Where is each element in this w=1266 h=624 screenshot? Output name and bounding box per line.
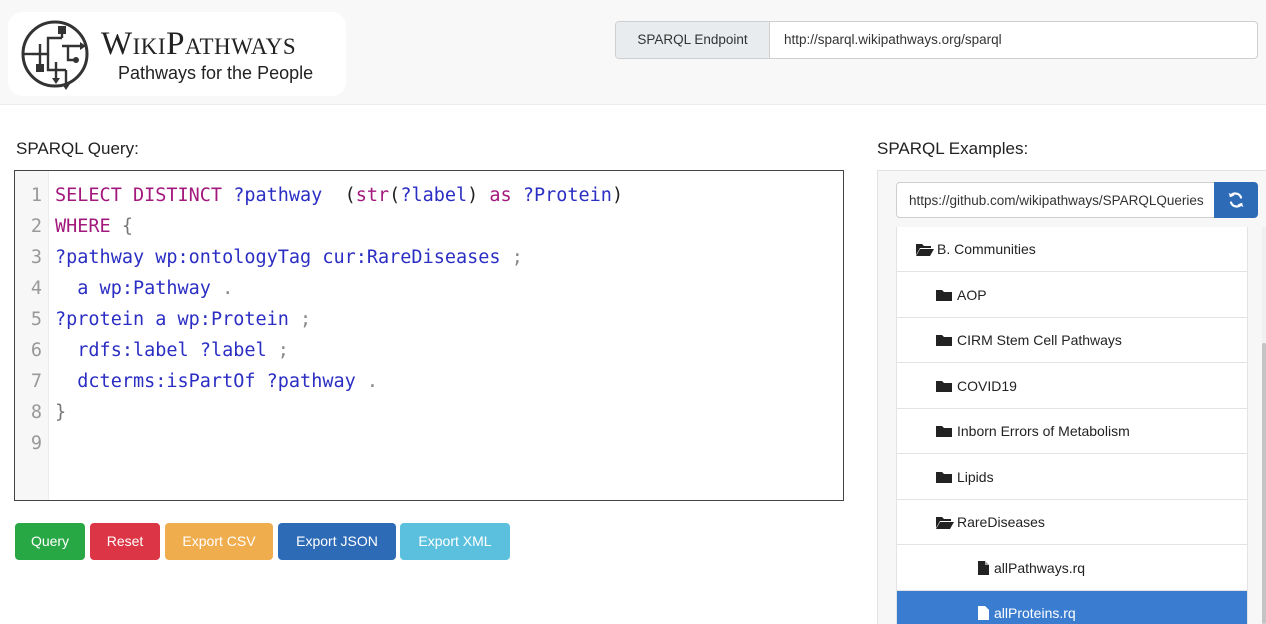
tree-item-label: Lipids — [957, 468, 994, 485]
sparql-examples-heading: SPARQL Examples: — [877, 139, 1029, 158]
code-token: ) — [611, 185, 624, 206]
line-number: 6 — [30, 340, 42, 361]
tree-item-cirm-stem-cell-pathways[interactable]: CIRM Stem Cell Pathways — [897, 318, 1247, 363]
code-line: rdfs:label ?label ; — [55, 335, 289, 366]
tree-item-lipids[interactable]: Lipids — [897, 455, 1247, 500]
line-number: 3 — [30, 247, 42, 268]
code-token: . — [366, 371, 379, 392]
code-line: SELECT DISTINCT ?pathway (str(?label) as… — [55, 180, 623, 211]
code-token: ?Protein — [522, 185, 612, 206]
tree-item-rarediseases[interactable]: RareDiseases — [897, 500, 1247, 545]
sparql-endpoint-group: SPARQL Endpoint http://sparql.wikipathwa… — [615, 21, 1258, 59]
line-number: 2 — [30, 216, 42, 237]
tree-item-label: B. Communities — [937, 241, 1036, 257]
header-bar: WikiPathways Pathways for the People SPA… — [0, 0, 1266, 105]
code-token: a wp:Pathway — [77, 278, 223, 299]
code-line: } — [55, 397, 66, 428]
reset-button[interactable]: Reset — [90, 523, 160, 560]
code-line: WHERE { — [55, 211, 133, 242]
wikipathways-logo[interactable]: WikiPathways Pathways for the People — [8, 12, 346, 96]
code-token: ) — [467, 185, 490, 206]
folder-open-icon — [915, 241, 935, 260]
code-line: dcterms:isPartOf ?pathway . — [55, 366, 378, 397]
tree-item-label: Inborn Errors of Metabolism — [957, 423, 1130, 439]
code-token: ; — [511, 247, 523, 268]
refresh-icon — [1228, 192, 1244, 208]
tree-item-label: RareDiseases — [957, 514, 1045, 530]
logo-subtitle: Pathways for the People — [118, 63, 314, 83]
tree-item-inborn-errors-of-metabolism[interactable]: Inborn Errors of Metabolism — [897, 409, 1247, 454]
code-line: a wp:Pathway . — [55, 273, 233, 304]
code-token: rdfs:label — [77, 340, 200, 361]
code-token: . — [222, 278, 234, 299]
code-token: ; — [300, 309, 312, 330]
tree-item-label: allPathways.rq — [994, 559, 1086, 576]
tree-item-allproteins-rq[interactable]: allProteins.rq — [897, 591, 1247, 624]
code-token: WHERE — [55, 216, 122, 237]
code-token: str — [355, 185, 390, 206]
code-line: ?protein a wp:Protein ; — [55, 304, 311, 335]
export-csv-button[interactable]: Export CSV — [165, 523, 273, 560]
folder-icon — [935, 332, 953, 350]
tree-item-b-communities[interactable]: B. Communities — [897, 227, 1247, 272]
code-token: ?label — [199, 340, 278, 361]
code-token: ?label — [400, 185, 468, 206]
tree-item-label: AOP — [957, 286, 987, 303]
line-number: 5 — [30, 309, 42, 330]
file-icon — [977, 605, 990, 624]
tree-item-covid19[interactable]: COVID19 — [897, 364, 1247, 409]
file-icon — [977, 560, 990, 579]
query-button[interactable]: Query — [15, 523, 85, 560]
folder-icon — [935, 423, 953, 441]
refresh-button[interactable] — [1214, 182, 1258, 218]
folder-icon — [935, 378, 953, 396]
folder-icon — [935, 287, 953, 305]
code-token: ?pathway — [55, 247, 156, 268]
tree-item-allpathways-rq[interactable]: allPathways.rq — [897, 546, 1247, 591]
sparql-endpoint-label: SPARQL Endpoint — [616, 22, 770, 58]
sparql-endpoint-input[interactable]: http://sparql.wikipathways.org/sparql — [784, 22, 1002, 58]
tree-item-label: COVID19 — [957, 377, 1017, 394]
code-token: ?pathway — [266, 371, 367, 392]
code-token: a wp:Protein — [155, 309, 301, 330]
line-number: 9 — [30, 433, 42, 454]
code-token: { — [121, 216, 133, 237]
export-xml-button[interactable]: Export XML — [400, 523, 510, 560]
line-number-gutter: 1 2 3 4 5 6 7 8 9 — [15, 171, 49, 500]
code-token: ?pathway — [233, 185, 323, 206]
code-token: SELECT DISTINCT — [55, 185, 234, 206]
code-token: as — [489, 185, 523, 206]
tree-item-aop[interactable]: AOP — [897, 273, 1247, 318]
tree-item-label: allProteins.rq — [994, 605, 1076, 621]
sparql-query-heading: SPARQL Query: — [16, 139, 139, 158]
code-token: ( — [389, 185, 401, 206]
export-json-button[interactable]: Export JSON — [278, 523, 396, 560]
code-line: ?pathway wp:ontologyTag cur:RareDiseases… — [55, 242, 523, 273]
code-token: wp:ontologyTag — [155, 247, 323, 268]
tree-item-label: CIRM Stem Cell Pathways — [957, 332, 1122, 348]
sparql-query-editor[interactable]: 1 2 3 4 5 6 7 8 9 SELECT DISTINCT ?pathway (str(… — [14, 170, 844, 501]
repository-url-input[interactable] — [896, 182, 1218, 218]
line-number: 8 — [30, 402, 42, 423]
code-token: ( — [322, 185, 356, 206]
code-token: ?protein — [55, 309, 156, 330]
line-number: 7 — [30, 371, 42, 392]
folder-open-icon — [935, 514, 955, 533]
code-token: cur:RareDiseases — [322, 247, 512, 268]
code-token: } — [55, 402, 67, 423]
code-token: ; — [277, 340, 289, 361]
line-number: 1 — [30, 185, 42, 206]
pathway-network-icon — [21, 20, 89, 90]
code-token: dcterms:isPartOf — [77, 371, 267, 392]
line-number: 4 — [30, 278, 42, 299]
tree-scrollbar-thumb[interactable] — [1262, 343, 1266, 624]
examples-tree: B. Communities AOP CIRM Stem Cell Pathways… — [896, 227, 1248, 624]
logo-title: WikiPathways — [101, 26, 297, 62]
folder-icon — [935, 469, 953, 487]
